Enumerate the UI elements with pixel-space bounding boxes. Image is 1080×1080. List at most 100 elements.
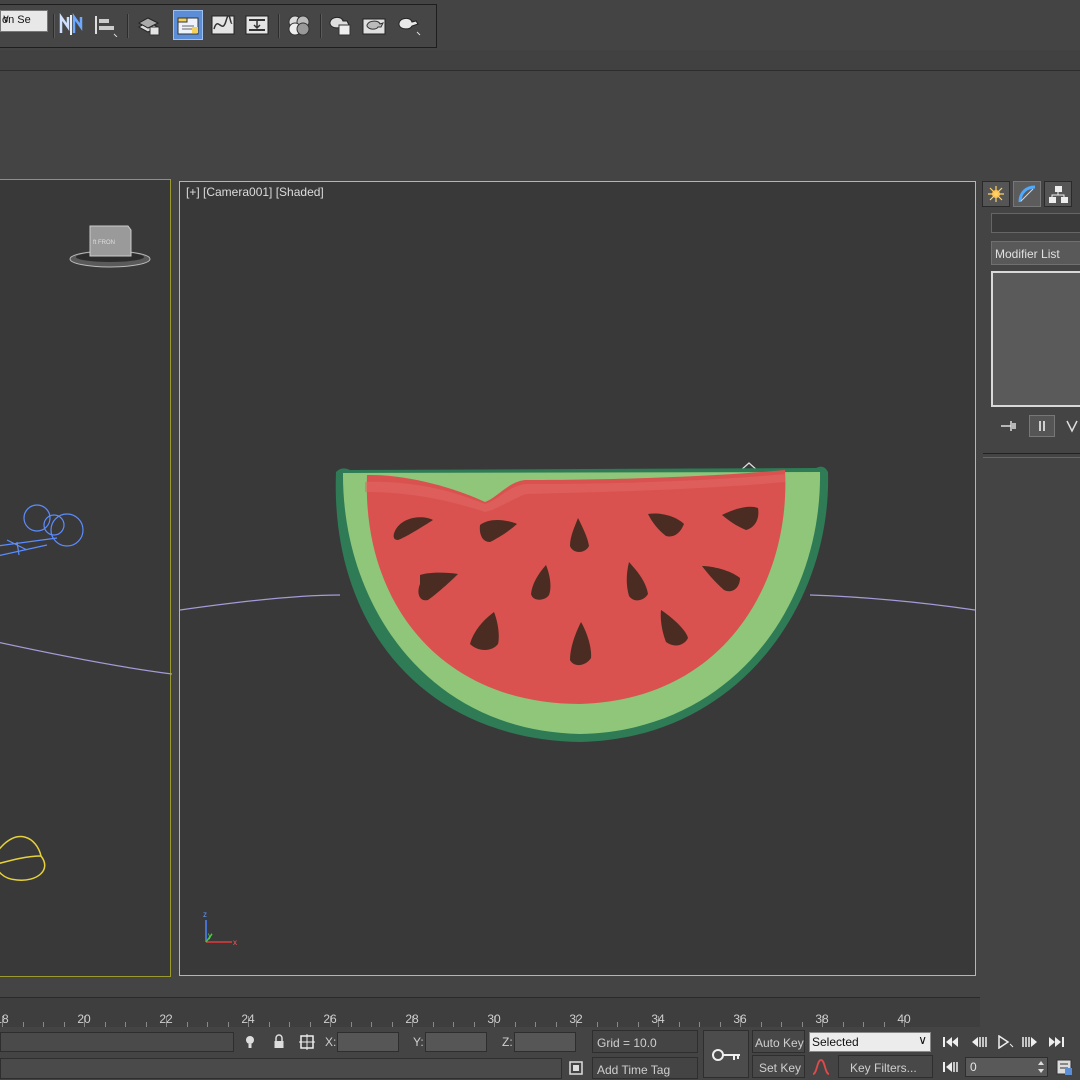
z-label: Z:	[502, 1035, 513, 1049]
key-icon	[712, 1049, 740, 1061]
modify-tab[interactable]	[1013, 181, 1041, 207]
hierarchy-icon	[1049, 186, 1068, 203]
transform-mode-icon	[299, 1034, 315, 1050]
render-setup-icon	[329, 16, 351, 36]
render-setup-button[interactable]	[325, 10, 355, 40]
panel-divider	[983, 453, 1080, 458]
key-selection-value: Selected	[812, 1035, 859, 1049]
modifier-list-label: Modifier List	[995, 247, 1060, 261]
align-button[interactable]	[90, 10, 120, 40]
absolute-mode-button[interactable]	[298, 1032, 316, 1052]
svg-text:z: z	[203, 910, 207, 919]
schematic-view-button[interactable]	[242, 10, 272, 40]
timeline-tick-label: 32	[569, 1012, 583, 1026]
time-tag-button[interactable]	[567, 1059, 585, 1077]
key-mode-icon	[943, 1062, 958, 1072]
schematic-view-icon	[245, 15, 269, 35]
previous-frame-button[interactable]	[967, 1033, 991, 1051]
timeline-tick-label: 18	[0, 1012, 9, 1026]
material-editor-button[interactable]	[284, 10, 314, 40]
svg-text:x: x	[233, 938, 237, 947]
viewcube-icon: ft FRON	[69, 225, 151, 268]
ribbon-panel	[0, 71, 1080, 179]
current-frame-value: 0	[970, 1060, 977, 1074]
pin-stack-icon	[1001, 421, 1016, 431]
lock-icon	[274, 1034, 284, 1048]
rendered-frame-button[interactable]	[359, 10, 389, 40]
time-slider-track[interactable]: 18 20 22 24 26 28 30 32 34 36 38 40	[0, 997, 980, 1028]
set-key-button[interactable]: Set Key	[752, 1055, 805, 1078]
modifier-stack[interactable]	[991, 271, 1080, 407]
render-teapot-icon	[398, 17, 421, 36]
set-key-label: Set Key	[759, 1061, 802, 1075]
layer-manager-icon	[137, 17, 160, 36]
left-viewport[interactable]: ft FRON	[0, 179, 172, 977]
ground-curve	[180, 594, 341, 611]
next-frame-icon	[1022, 1037, 1037, 1047]
command-panel: Modifier List	[979, 179, 1080, 1019]
ribbon-bar	[0, 50, 1080, 71]
modifier-list-dropdown[interactable]: Modifier List	[991, 241, 1080, 265]
auto-key-button[interactable]: Auto Key	[752, 1030, 805, 1053]
hierarchy-tab[interactable]	[1044, 181, 1072, 207]
key-tangent-button[interactable]	[809, 1055, 833, 1078]
make-unique-button[interactable]	[1061, 415, 1080, 437]
curve-editor-button[interactable]	[208, 10, 238, 40]
x-coordinate-field[interactable]	[337, 1032, 399, 1052]
key-mode-toggle-button[interactable]	[940, 1058, 962, 1076]
timeline-tick-label: 28	[405, 1012, 419, 1026]
time-configuration-icon	[1056, 1059, 1072, 1075]
timeline-tick-label: 20	[77, 1012, 91, 1026]
axis-tripod-icon: z x y	[203, 910, 237, 947]
tangent-curve-icon	[812, 1058, 830, 1075]
go-to-end-button[interactable]	[1045, 1033, 1067, 1051]
timeline-ruler: 18 20 22 24 26 28 30 32 34 36 38 40	[0, 998, 925, 1028]
timeline-tick-label: 36	[733, 1012, 747, 1026]
y-coordinate-field[interactable]	[425, 1032, 487, 1052]
stack-tools	[991, 415, 1080, 437]
status-bar: X: Y: Z: Grid = 10.0 Add Time Tag Auto K…	[0, 1027, 1080, 1080]
key-filters-label: Key Filters...	[850, 1061, 917, 1075]
wireframe-object	[0, 504, 84, 556]
chevron-down-icon: ∨	[2, 13, 11, 25]
time-configuration-button[interactable]	[1053, 1057, 1075, 1077]
isolate-toggle-button[interactable]	[242, 1032, 258, 1052]
camera-viewport[interactable]: [+] [Camera001] [Shaded] z x y	[179, 181, 976, 976]
named-selection-dropdown[interactable]: on Se ∨	[0, 10, 48, 32]
next-frame-button[interactable]	[1018, 1033, 1042, 1051]
key-selection-dropdown[interactable]: Selected ∨	[809, 1032, 931, 1052]
set-key-mode-button[interactable]	[703, 1030, 749, 1078]
z-coordinate-field[interactable]	[514, 1032, 576, 1052]
render-button[interactable]	[393, 10, 423, 40]
object-name-field[interactable]	[991, 213, 1080, 233]
key-filters-button[interactable]: Key Filters...	[838, 1055, 933, 1078]
y-label: Y:	[413, 1035, 424, 1049]
add-time-tag-button[interactable]: Add Time Tag	[592, 1057, 698, 1079]
make-unique-icon	[1066, 420, 1078, 433]
spinner-icon	[1038, 1061, 1044, 1073]
grid-display: Grid = 10.0	[592, 1030, 698, 1053]
show-end-result-icon	[1039, 421, 1045, 431]
timeline-tick-label: 24	[241, 1012, 255, 1026]
bulb-icon	[246, 1036, 254, 1048]
timeline-tick-label: 26	[323, 1012, 337, 1026]
play-icon	[998, 1035, 1014, 1049]
layer-manager-button[interactable]	[133, 10, 163, 40]
ground-curve	[0, 642, 172, 675]
scene-explorer-button[interactable]	[173, 10, 203, 40]
ground-curve	[809, 594, 975, 611]
mirror-button[interactable]	[56, 10, 86, 40]
align-icon	[95, 16, 118, 37]
material-editor-icon	[288, 15, 310, 36]
play-button[interactable]	[994, 1033, 1016, 1051]
show-end-result-button[interactable]	[1029, 415, 1055, 437]
main-toolbar: on Se ∨	[0, 0, 1080, 51]
create-tab[interactable]	[982, 181, 1010, 207]
maxscript-listener-field[interactable]	[0, 1032, 234, 1052]
selection-lock-button[interactable]	[271, 1032, 287, 1052]
pin-stack-button[interactable]	[997, 415, 1021, 437]
go-to-start-button[interactable]	[940, 1033, 962, 1051]
timeline-tick-label: 30	[487, 1012, 501, 1026]
rendered-frame-icon	[362, 18, 386, 35]
current-frame-field[interactable]: 0	[965, 1057, 1048, 1077]
